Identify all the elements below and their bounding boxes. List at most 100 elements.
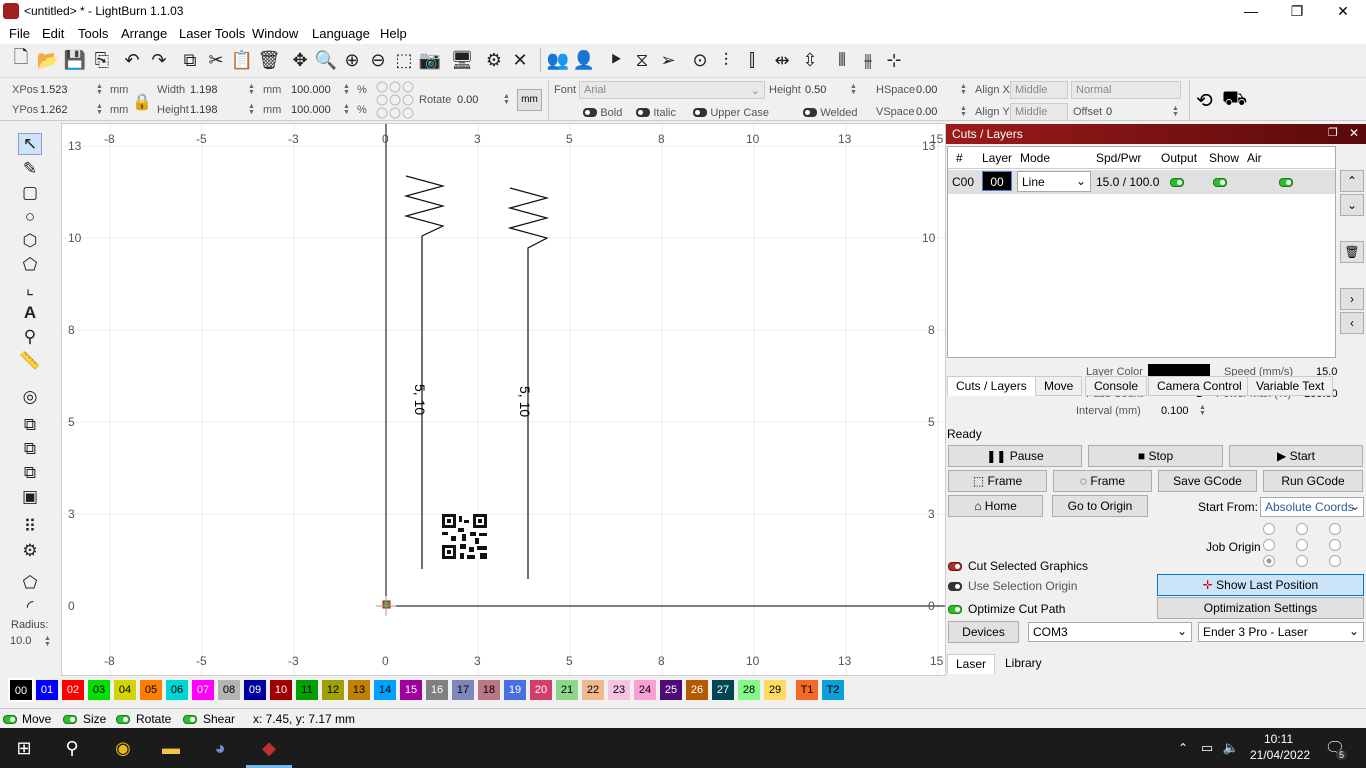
bracket-icon[interactable]: ⌞ <box>18 278 42 300</box>
close-button[interactable]: ✕ <box>1320 0 1366 24</box>
font-height-spinner[interactable]: ▲ ▼ <box>850 83 857 96</box>
units-toggle-button[interactable]: mm <box>517 89 542 111</box>
menu-tools[interactable]: Tools <box>78 26 108 41</box>
start-from-select[interactable]: Absolute Coords ⌄ <box>1260 497 1364 517</box>
palette-swatch-29[interactable]: 29 <box>764 680 786 700</box>
align-middle-icon[interactable]: ⫿ <box>740 48 764 72</box>
italic-toggle[interactable]: Italic <box>636 105 676 119</box>
lock-icon[interactable]: 🔒 <box>132 92 152 112</box>
table-row[interactable]: C00 00 Line ⌄ 15.0 / 100.0 <box>948 170 1335 194</box>
scale-width-spinner[interactable]: ▲ ▼ <box>343 83 350 96</box>
rectangle-icon[interactable]: ▢ <box>18 182 42 204</box>
tab-move[interactable]: Move <box>1035 376 1083 396</box>
use-selection-origin-toggle[interactable] <box>948 579 962 593</box>
interval-value[interactable]: 0.100 <box>1161 405 1189 417</box>
save-icon[interactable]: 💾 <box>63 48 87 72</box>
convert-path-icon[interactable]: ⬠ <box>18 572 42 594</box>
menu-window[interactable]: Window <box>252 26 298 41</box>
frame-circle-button[interactable]: ◌ Frame <box>1053 470 1152 492</box>
scale-width-field[interactable]: 100.000 <box>291 84 331 96</box>
stop-button[interactable]: ■ Stop <box>1088 445 1223 467</box>
menu-language[interactable]: Language <box>312 26 370 41</box>
offset-icon[interactable]: ◎ <box>18 386 42 408</box>
move-layer-up-button[interactable]: ⌃ <box>1340 170 1364 192</box>
align-y-select[interactable]: Middle <box>1010 103 1068 121</box>
file-explorer-icon[interactable]: ▬ <box>158 736 184 760</box>
circular-array-icon[interactable]: ⚙ <box>18 540 42 562</box>
height-spinner[interactable]: ▲ ▼ <box>248 103 255 116</box>
camera-icon[interactable]: 📷 <box>418 48 442 72</box>
tab-console[interactable]: Console <box>1085 376 1148 396</box>
zoom-fit-icon[interactable]: 🔍 <box>314 48 338 72</box>
distribute-h-icon[interactable]: ⇹ <box>770 48 794 72</box>
menu-arrange[interactable]: Arrange <box>121 26 167 41</box>
hspace-field[interactable]: 0.00 <box>916 84 937 96</box>
menu-edit[interactable]: Edit <box>42 26 64 41</box>
align-center-icon[interactable]: ⫶ <box>714 48 738 72</box>
optimize-cut-path-toggle[interactable] <box>948 602 962 616</box>
palette-swatch-00[interactable]: 00 <box>8 678 34 702</box>
chrome-icon[interactable]: ◉ <box>110 736 136 760</box>
palette-swatch-25[interactable]: 25 <box>660 680 682 700</box>
laser-settings-icon[interactable]: ⛟ <box>1222 88 1247 113</box>
tab-variable-text[interactable]: Variable Text <box>1247 376 1334 396</box>
menu-file[interactable]: File <box>9 26 30 41</box>
copy-icon[interactable]: ⧉ <box>178 48 202 72</box>
search-icon[interactable]: ⚲ <box>59 736 85 760</box>
palette-swatch-17[interactable]: 17 <box>452 680 474 700</box>
chevron-up-icon[interactable]: ⌃ <box>1170 736 1196 760</box>
redo-icon[interactable]: ↷ <box>147 48 171 72</box>
go-to-origin-button[interactable]: Go to Origin <box>1052 495 1148 517</box>
space-v-icon[interactable]: ⫵ <box>856 48 880 72</box>
font-height-field[interactable]: 0.50 <box>805 84 826 96</box>
float-panel-icon[interactable]: ❐ <box>1328 126 1338 139</box>
anchor-grid-icon[interactable] <box>375 80 417 120</box>
palette-swatch-02[interactable]: 02 <box>62 680 84 700</box>
palette-swatch-04[interactable]: 04 <box>114 680 136 700</box>
palette-swatch-07[interactable]: 07 <box>192 680 214 700</box>
xpos-spinner[interactable]: ▲ ▼ <box>96 83 103 96</box>
move-layer-down-button[interactable]: ⌄ <box>1340 194 1364 216</box>
show-last-position-button[interactable]: ✛ Show Last Position <box>1157 574 1364 596</box>
design-canvas[interactable]: 5, 10 5, 10 -8 -5 -3 0 3 5 8 10 13 15 -8… <box>61 123 946 676</box>
font-select[interactable]: Arial ⌄ <box>579 81 765 99</box>
palette-swatch-20[interactable]: 20 <box>530 680 552 700</box>
palette-swatch-24[interactable]: 24 <box>634 680 656 700</box>
show-toggle[interactable] <box>1213 175 1227 189</box>
measure-ruler-icon[interactable]: 📏 <box>18 350 42 372</box>
interval-spinner[interactable]: ▲ ▼ <box>1199 404 1206 417</box>
offset-field[interactable]: 0 <box>1106 106 1112 118</box>
start-button[interactable]: ▶ Start <box>1229 445 1363 467</box>
menu-laser-tools[interactable]: Laser Tools <box>179 26 245 41</box>
menu-help[interactable]: Help <box>380 26 407 41</box>
ellipse-icon[interactable]: ○ <box>18 206 42 228</box>
group-icon[interactable]: 👥 <box>546 48 570 72</box>
text-icon[interactable]: A <box>18 302 42 324</box>
save-gcode-button[interactable]: Save GCode <box>1158 470 1257 492</box>
discord-icon[interactable]: ◕ <box>207 736 233 760</box>
palette-swatch-14[interactable]: 14 <box>374 680 396 700</box>
tab-camera-control[interactable]: Camera Control <box>1148 376 1251 396</box>
open-folder-icon[interactable]: 📂 <box>36 48 60 72</box>
width-field[interactable]: 1.198 <box>190 84 218 96</box>
delete-icon[interactable]: 🗑 <box>257 48 281 72</box>
xpos-field[interactable]: 1.523 <box>40 84 68 96</box>
monitor-icon[interactable]: 🖥 <box>450 48 474 72</box>
weld-icon[interactable]: ⧉ <box>18 414 42 436</box>
chevron-right-icon[interactable]: › <box>1340 288 1364 310</box>
vspace-field[interactable]: 0.00 <box>916 106 937 118</box>
volume-icon[interactable]: 🔈 <box>1218 736 1244 760</box>
close-panel-icon[interactable]: ✕ <box>1349 126 1359 140</box>
move-toggle[interactable] <box>3 712 17 726</box>
rotary-icon[interactable]: ⟲ <box>1196 88 1213 113</box>
corner-radius-icon[interactable]: ◜ <box>18 596 42 618</box>
flip-horizontal-icon[interactable]: ⯈ <box>604 48 628 72</box>
polygon-icon[interactable]: ⬡ <box>18 230 42 252</box>
pause-button[interactable]: ❚❚ Pause <box>948 445 1082 467</box>
minimize-button[interactable]: — <box>1228 0 1274 24</box>
tab-cuts-layers[interactable]: Cuts / Layers <box>947 376 1036 396</box>
edit-nodes-icon[interactable]: ⬠ <box>18 254 42 276</box>
size-toggle[interactable] <box>63 712 77 726</box>
space-h-icon[interactable]: ⫴ <box>830 48 854 72</box>
cut-icon[interactable]: ✂ <box>204 48 228 72</box>
